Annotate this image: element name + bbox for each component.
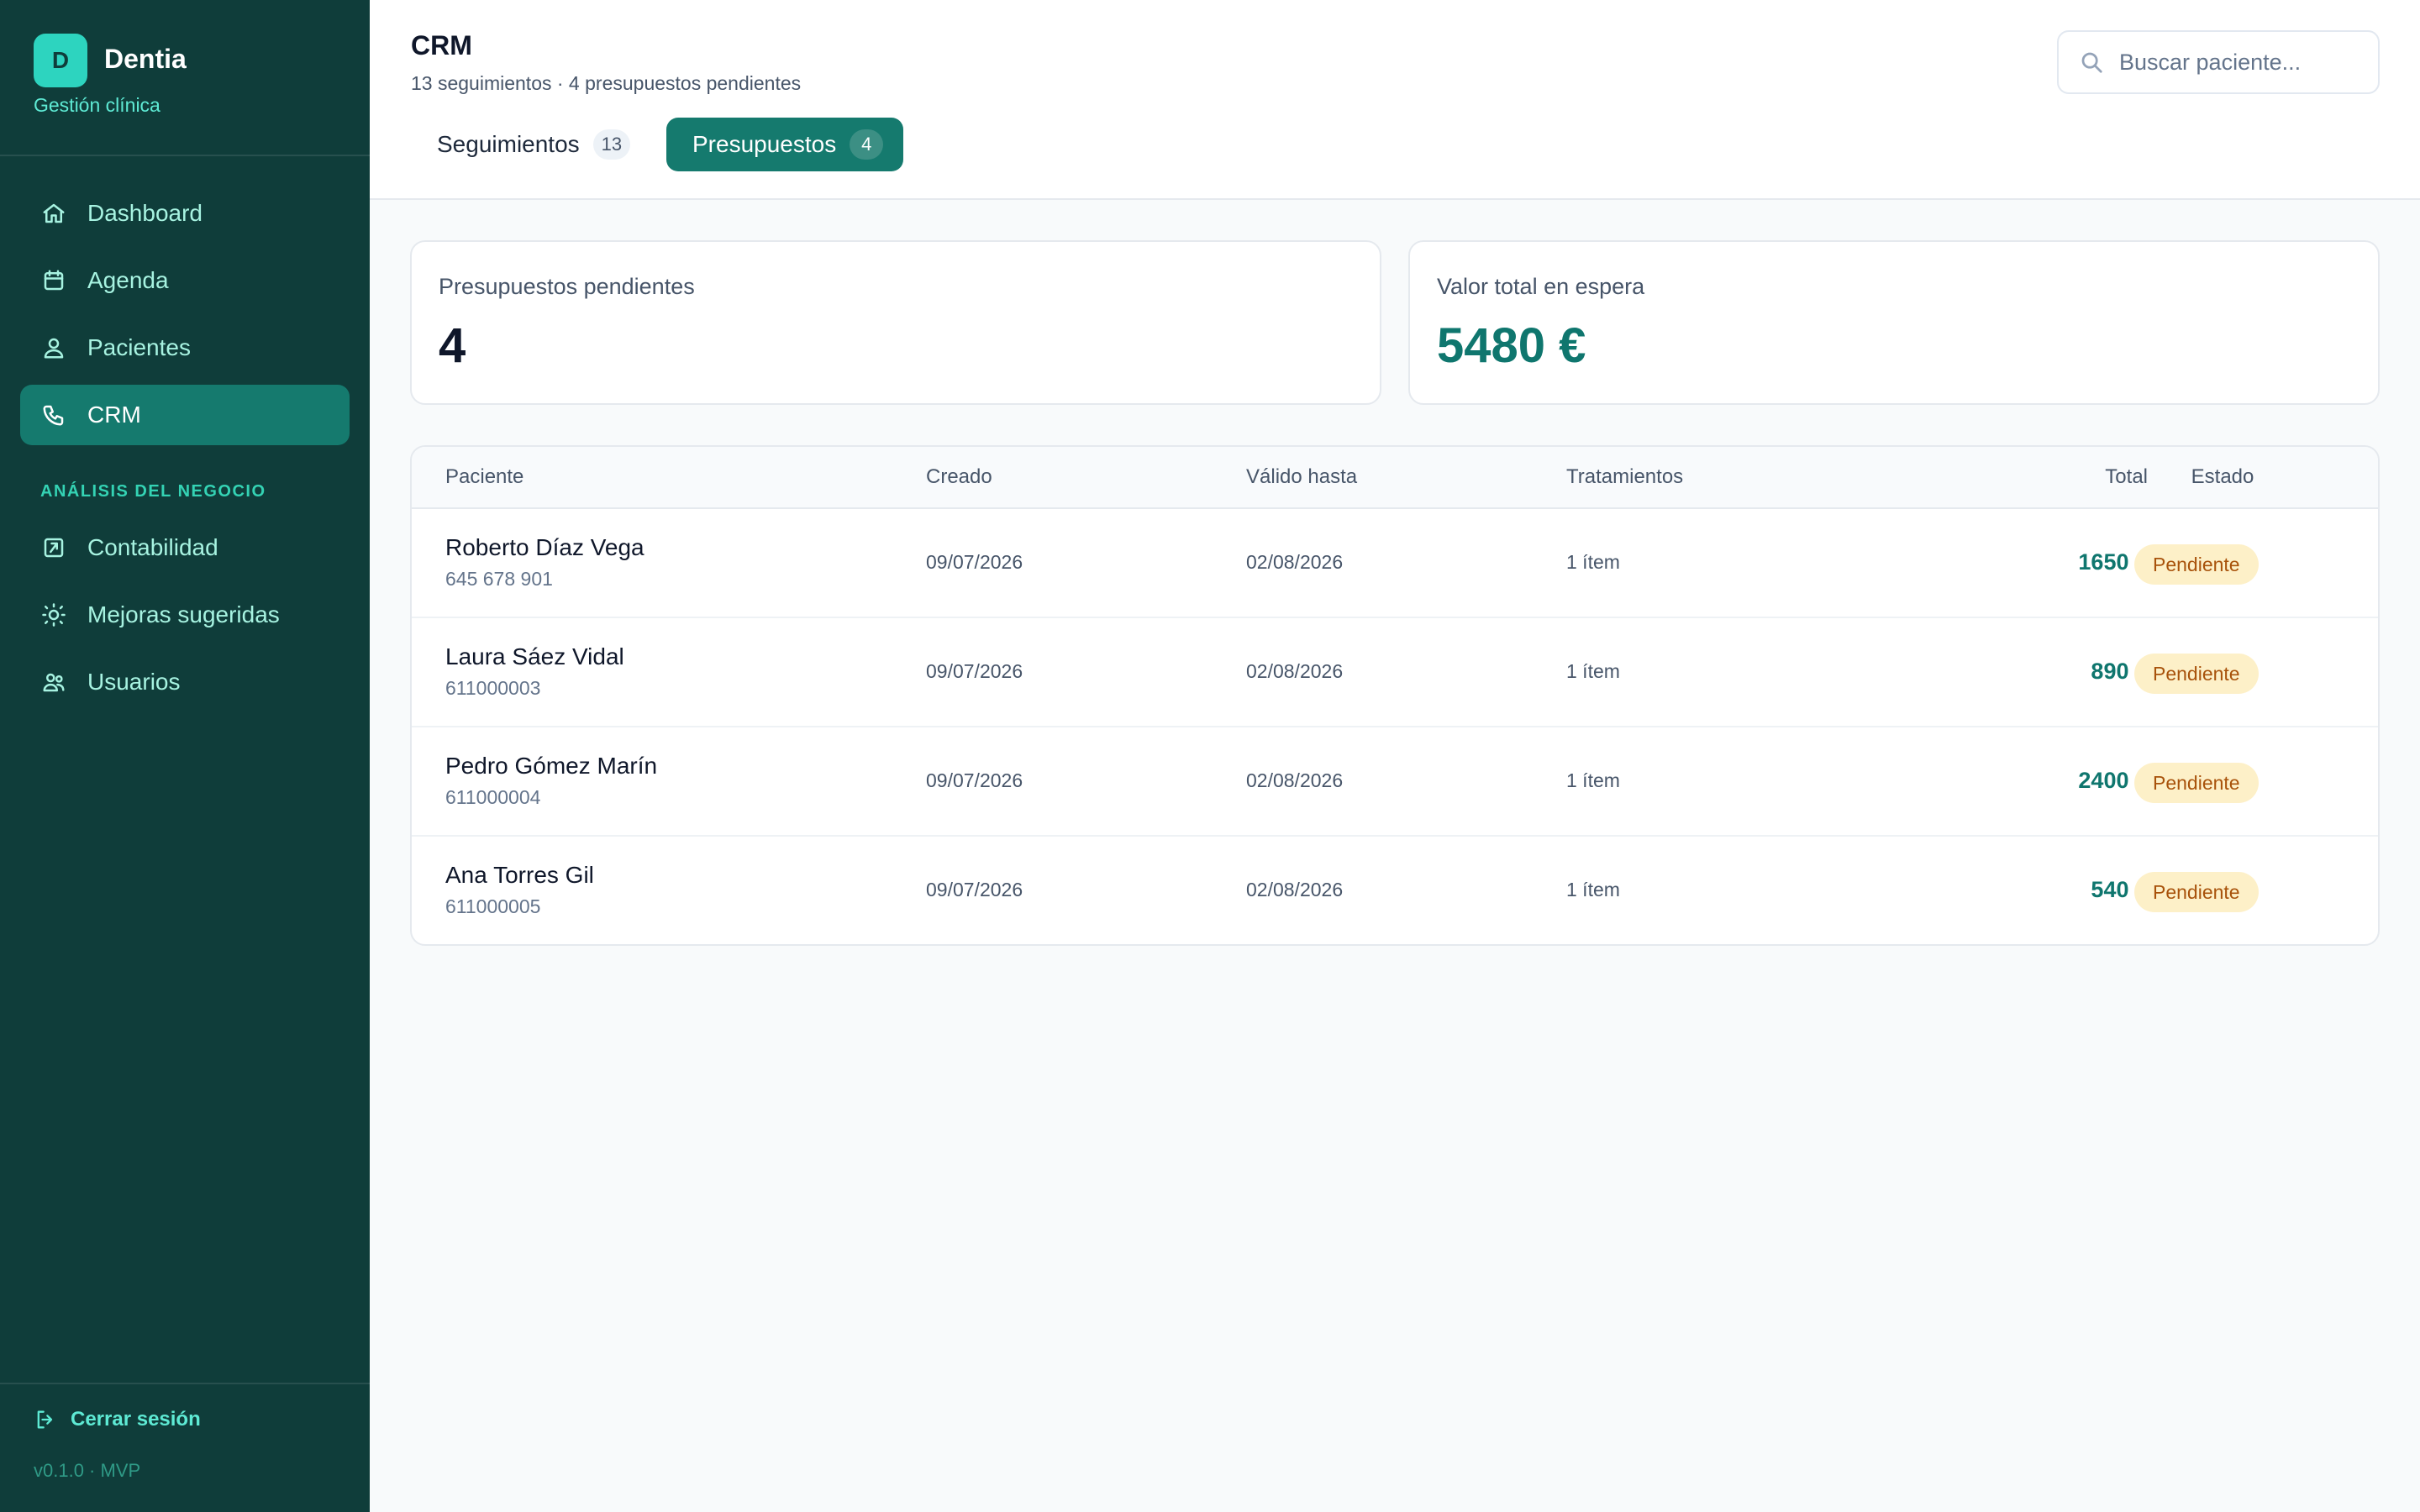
stat-card-total-value: Valor total en espera 5480 € xyxy=(1408,240,2380,405)
team-icon xyxy=(40,669,67,696)
logout-icon xyxy=(37,1410,53,1429)
table-row[interactable]: Pedro Gómez Marín 611000004 09/07/2026 0… xyxy=(412,727,2378,837)
section-label-business: ANÁLISIS DEL NEGOCIO xyxy=(40,482,266,501)
tab-label: Seguimientos xyxy=(437,131,580,157)
sidebar-item-mejoras[interactable]: Mejoras sugeridas xyxy=(20,585,350,645)
column-header-tratamientos[interactable]: Tratamientos xyxy=(1566,465,1683,489)
brand-name: Dentia xyxy=(104,44,187,74)
phone-icon xyxy=(40,402,67,428)
column-header-paciente[interactable]: Paciente xyxy=(445,465,523,489)
sidebar-item-label: Agenda xyxy=(87,267,169,293)
logout-label: Cerrar sesión xyxy=(71,1408,201,1431)
sidebar: D Dentia Gestión clínica Dashboard Agend… xyxy=(0,0,370,1512)
stat-card-pending-budgets: Presupuestos pendientes 4 xyxy=(410,240,1381,405)
sidebar-item-label: Dashboard xyxy=(87,200,203,226)
created-date: 09/07/2026 xyxy=(926,660,1023,682)
search-box[interactable] xyxy=(2057,30,2380,94)
brand-subtitle: Gestión clínica xyxy=(34,94,160,116)
table-header: Paciente Creado Válido hasta Tratamiento… xyxy=(412,447,2378,509)
patient-name: Pedro Gómez Marín xyxy=(445,753,658,779)
sidebar-item-label: Usuarios xyxy=(87,669,181,695)
chart-square-icon xyxy=(40,534,67,561)
status-badge: Pendiente xyxy=(2134,763,2259,803)
tab-seguimientos[interactable]: Seguimientos 13 xyxy=(411,118,650,171)
table-row[interactable]: Roberto Díaz Vega 645 678 901 09/07/2026… xyxy=(412,509,2378,618)
patient-phone: 645 678 901 xyxy=(445,568,553,590)
tab-count-badge: 4 xyxy=(850,129,884,160)
stat-value: 4 xyxy=(439,318,466,373)
patient-phone: 611000004 xyxy=(445,786,541,808)
lightbulb-icon xyxy=(40,601,67,628)
column-header-estado[interactable]: Estado xyxy=(2164,465,2281,489)
sidebar-divider xyxy=(0,155,370,156)
patient-name: Ana Torres Gil xyxy=(445,862,594,888)
search-input[interactable] xyxy=(2119,49,2371,76)
treatments-count: 1 ítem xyxy=(1566,879,1620,900)
sidebar-item-usuarios[interactable]: Usuarios xyxy=(20,652,350,712)
status-badge: Pendiente xyxy=(2134,544,2259,585)
sidebar-item-label: Mejoras sugeridas xyxy=(87,601,280,627)
sidebar-item-label: Pacientes xyxy=(87,334,191,360)
created-date: 09/07/2026 xyxy=(926,769,1023,791)
column-header-total[interactable]: Total xyxy=(1980,465,2148,489)
valid-until-date: 02/08/2026 xyxy=(1246,769,1344,791)
budget-total: 2400 € xyxy=(2078,768,2148,793)
valid-until-date: 02/08/2026 xyxy=(1246,551,1344,573)
created-date: 09/07/2026 xyxy=(926,879,1023,900)
stat-label: Valor total en espera xyxy=(1437,274,1645,299)
budget-total: 1650 € xyxy=(2078,549,2148,575)
tab-label: Presupuestos xyxy=(692,131,837,157)
sidebar-item-dashboard[interactable]: Dashboard xyxy=(20,183,350,244)
budgets-table: Paciente Creado Válido hasta Tratamiento… xyxy=(410,445,2380,946)
column-header-creado[interactable]: Creado xyxy=(926,465,992,489)
treatments-count: 1 ítem xyxy=(1566,551,1620,573)
sidebar-divider xyxy=(0,1383,370,1384)
tab-presupuestos[interactable]: Presupuestos 4 xyxy=(666,118,904,171)
treatments-count: 1 ítem xyxy=(1566,660,1620,682)
stat-value: 5480 € xyxy=(1437,318,1586,373)
status-badge: Pendiente xyxy=(2134,654,2259,694)
budget-total: 540 € xyxy=(2091,877,2148,902)
table-row[interactable]: Ana Torres Gil 611000005 09/07/2026 02/0… xyxy=(412,837,2378,944)
users-icon xyxy=(40,334,67,361)
brand-logo: D xyxy=(34,34,87,87)
sidebar-item-label: CRM xyxy=(87,402,141,428)
calendar-icon xyxy=(40,267,67,294)
budget-total: 890 € xyxy=(2091,659,2148,684)
page-header: CRM 13 seguimientos · 4 presupuestos pen… xyxy=(370,0,2420,200)
search-icon xyxy=(2081,52,2102,73)
patient-name: Laura Sáez Vidal xyxy=(445,643,624,669)
table-row[interactable]: Laura Sáez Vidal 611000003 09/07/2026 02… xyxy=(412,618,2378,727)
sidebar-item-pacientes[interactable]: Pacientes xyxy=(20,318,350,378)
patient-phone: 611000003 xyxy=(445,677,541,699)
tab-count-badge: 13 xyxy=(592,129,631,160)
page-title: CRM xyxy=(411,30,472,60)
stat-label: Presupuestos pendientes xyxy=(439,274,695,299)
patient-phone: 611000005 xyxy=(445,895,541,917)
logout-button[interactable]: Cerrar sesión xyxy=(34,1408,201,1431)
valid-until-date: 02/08/2026 xyxy=(1246,660,1344,682)
sidebar-item-crm[interactable]: CRM xyxy=(20,385,350,445)
column-header-valido-hasta[interactable]: Válido hasta xyxy=(1246,465,1357,489)
version-label: v0.1.0 · MVP xyxy=(34,1460,141,1481)
home-icon xyxy=(40,200,67,227)
valid-until-date: 02/08/2026 xyxy=(1246,879,1344,900)
patient-name: Roberto Díaz Vega xyxy=(445,534,644,560)
created-date: 09/07/2026 xyxy=(926,551,1023,573)
status-badge: Pendiente xyxy=(2134,872,2259,912)
treatments-count: 1 ítem xyxy=(1566,769,1620,791)
sidebar-item-contabilidad[interactable]: Contabilidad xyxy=(20,517,350,578)
sidebar-item-agenda[interactable]: Agenda xyxy=(20,250,350,311)
sidebar-item-label: Contabilidad xyxy=(87,534,218,560)
page-subtitle: 13 seguimientos · 4 presupuestos pendien… xyxy=(411,72,802,94)
